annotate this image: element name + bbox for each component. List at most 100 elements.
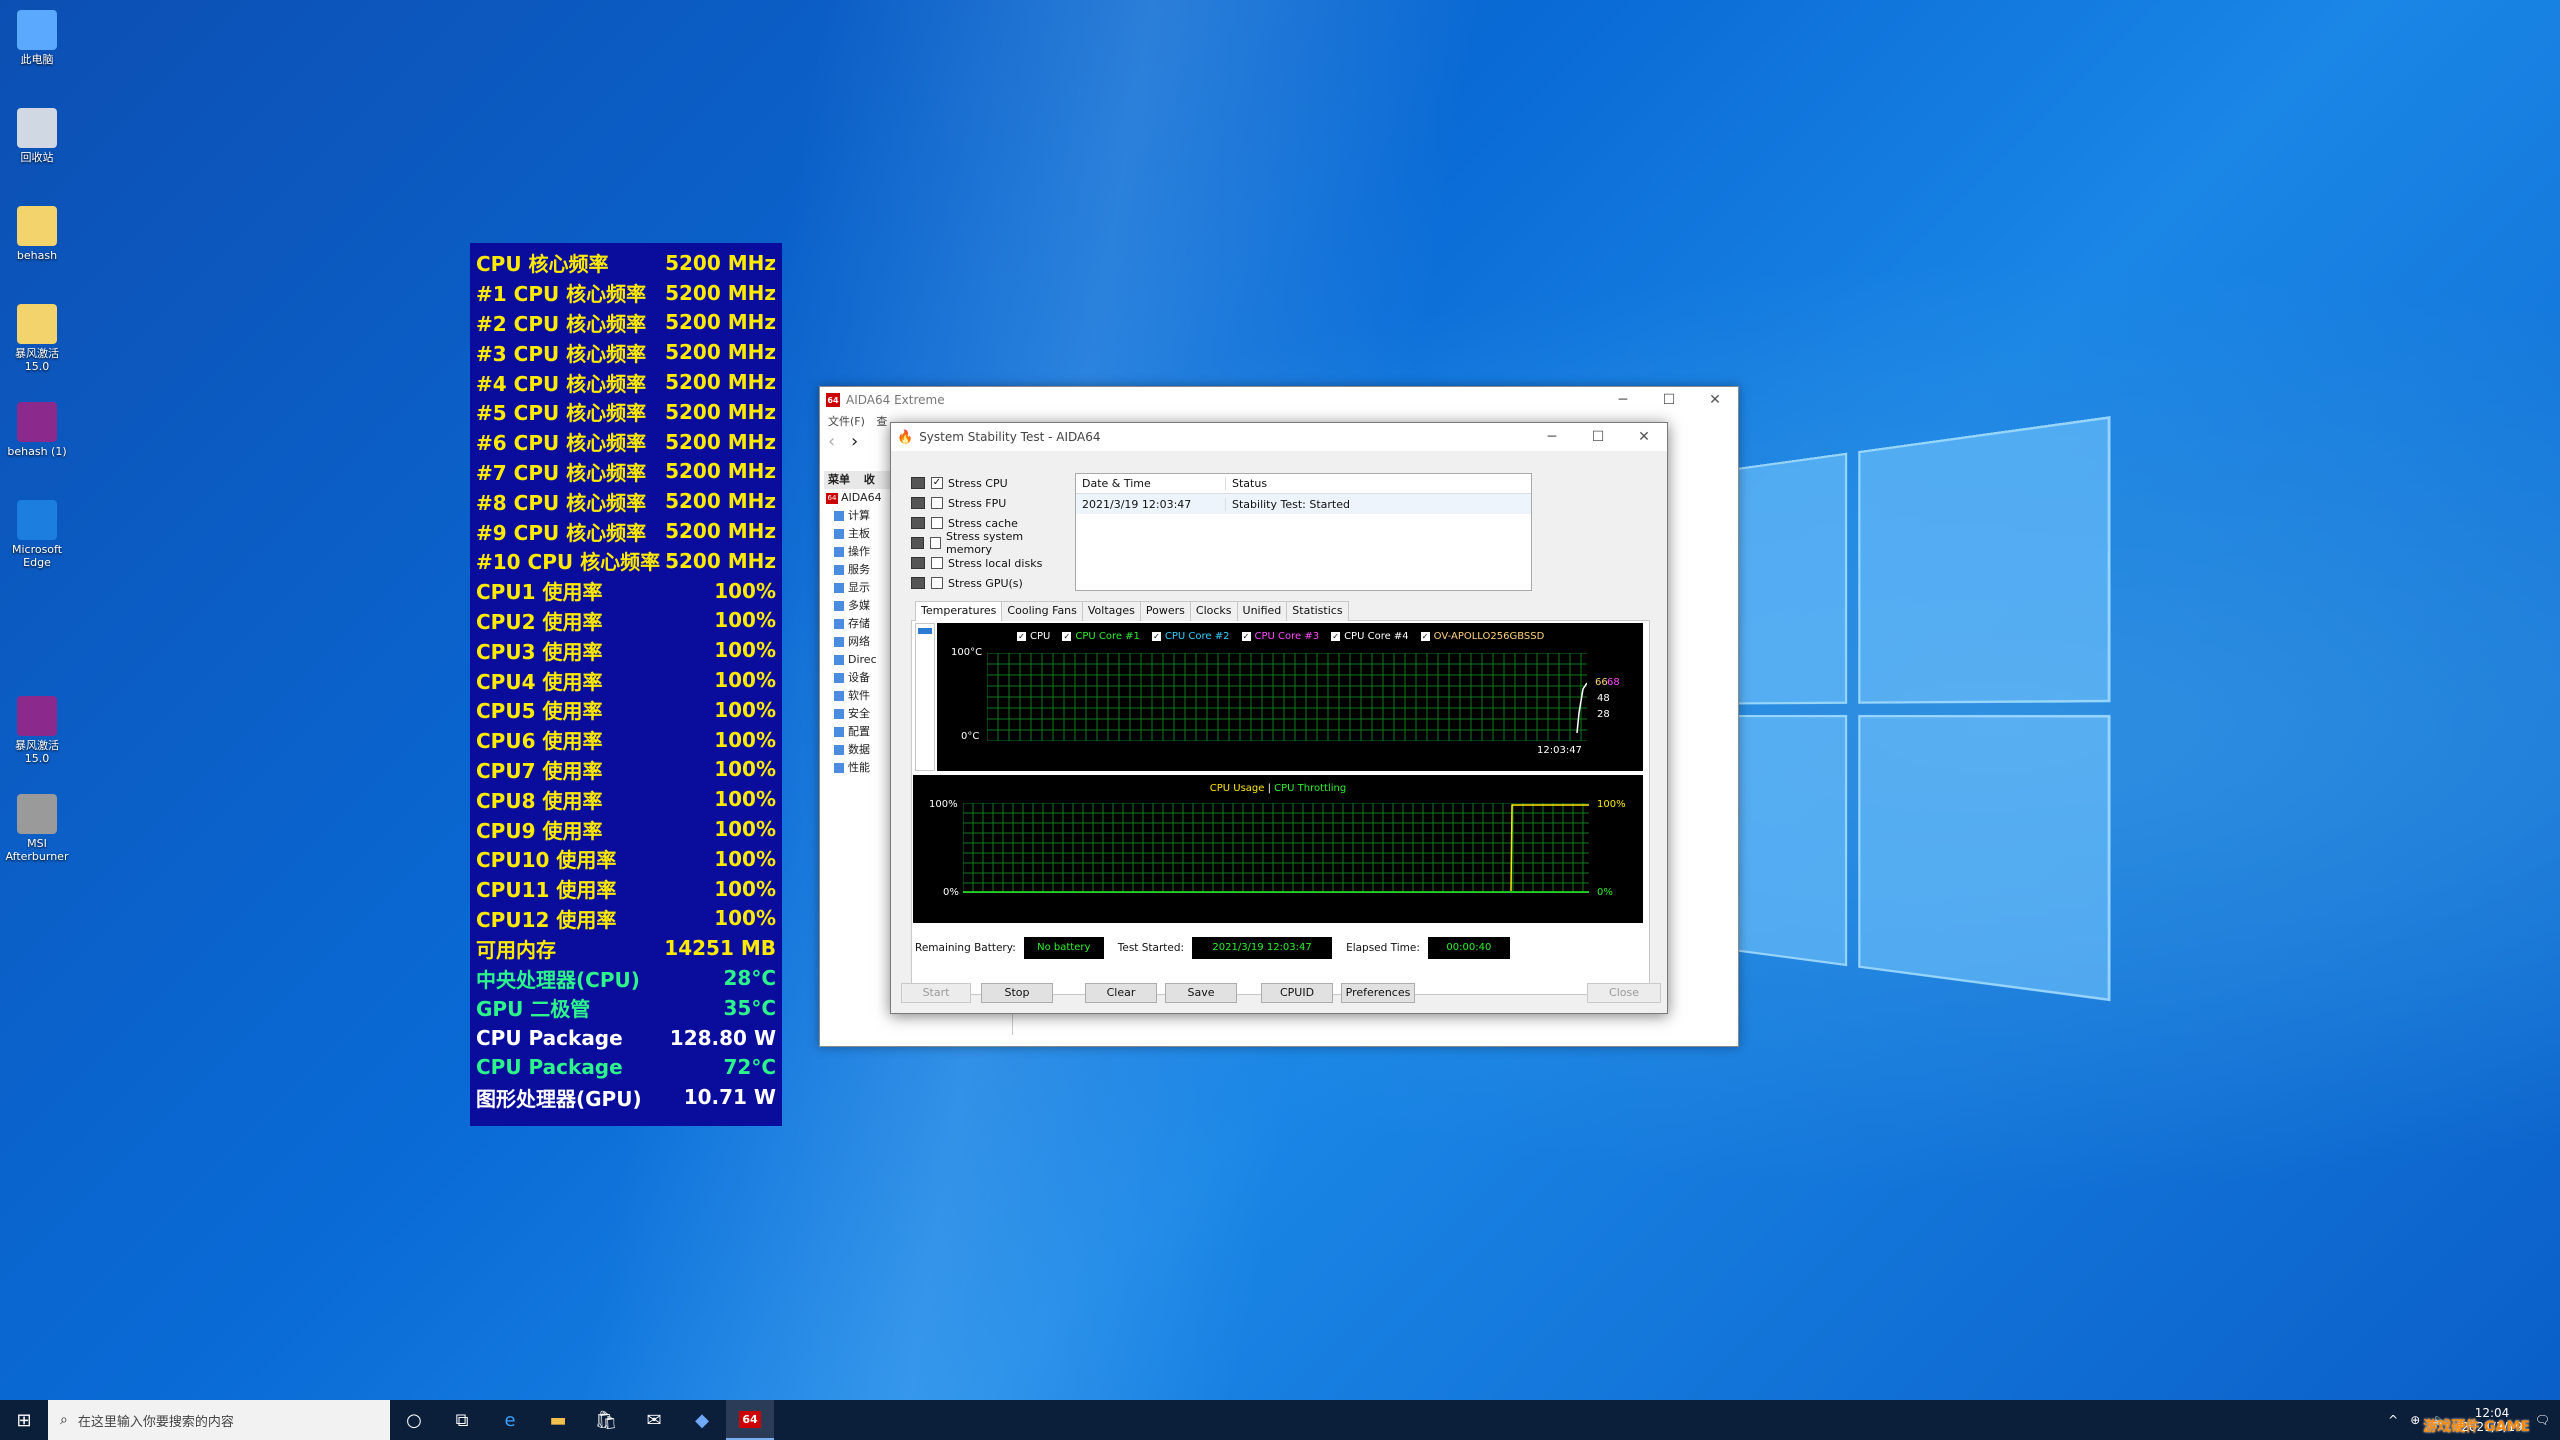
col-header-datetime[interactable]: Date & Time (1076, 477, 1226, 490)
tree-item[interactable]: 多媒 (824, 597, 894, 615)
tree-item-label: 网络 (848, 635, 870, 648)
legend-checkbox[interactable]: ✓ (1331, 632, 1340, 641)
tree-header[interactable]: 菜单 收 (824, 471, 894, 489)
close-button[interactable]: ✕ (1692, 392, 1738, 408)
network-icon[interactable]: ⊕ (2410, 1413, 2420, 1427)
tree-item[interactable]: 操作 (824, 543, 894, 561)
start-button[interactable]: Start (901, 983, 971, 1003)
stability-test-titlebar[interactable]: 🔥 System Stability Test - AIDA64 ─ ☐ ✕ (891, 423, 1667, 451)
tree-item[interactable]: 配置 (824, 723, 894, 741)
stress-option-label: Stress system memory (946, 530, 1061, 556)
legend-checkbox[interactable]: ✓ (1017, 632, 1026, 641)
desktop-icon[interactable]: behash (2, 206, 72, 262)
stress-checkbox[interactable] (931, 497, 943, 509)
maximize-button[interactable]: ☐ (1646, 392, 1692, 408)
desktop-icon[interactable]: MSI Afterburner (2, 794, 72, 863)
temperature-graph: ✓ CPU ✓ CPU Core #1 ✓ CPU Core #2 ✓ CPU Core #3… (937, 623, 1643, 771)
stress-checkbox[interactable] (930, 537, 941, 549)
preferences-button[interactable]: Preferences (1341, 983, 1415, 1003)
maximize-button[interactable]: ☐ (1575, 429, 1621, 445)
menu-file[interactable]: 文件(F) (828, 415, 865, 428)
tree-item[interactable]: 安全 (824, 705, 894, 723)
desktop-icon[interactable]: behash (1) (2, 402, 72, 458)
stress-checkbox[interactable] (931, 577, 943, 589)
tree-header-menu[interactable]: 菜单 (828, 473, 850, 486)
legend-checkbox[interactable]: ✓ (1242, 632, 1251, 641)
tab-unified[interactable]: Unified (1237, 601, 1288, 621)
app-icon[interactable]: ◆ (678, 1400, 726, 1440)
stress-checkbox[interactable] (931, 557, 943, 569)
desktop-icon[interactable]: Microsoft Edge (2, 500, 72, 569)
tab-powers[interactable]: Powers (1140, 601, 1191, 621)
osd-label: #8 CPU 核心频率 (476, 487, 646, 516)
tree-item[interactable]: 性能 (824, 759, 894, 777)
status-log-table[interactable]: Date & Time Status 2021/3/19 12:03:47 St… (1075, 473, 1532, 591)
tree-item[interactable]: 存储 (824, 615, 894, 633)
edge-taskbar-icon[interactable]: e (486, 1400, 534, 1440)
mail-icon[interactable]: ✉ (630, 1400, 678, 1440)
minimize-button[interactable]: ─ (1600, 392, 1646, 408)
legend-item[interactable]: ✓ CPU Core #2 (1152, 631, 1230, 642)
desktop-icon[interactable]: 暴风激活 15.0 (2, 304, 72, 373)
tree-item[interactable]: 设备 (824, 669, 894, 687)
save-button[interactable]: Save (1165, 983, 1237, 1003)
aida64-titlebar[interactable]: 64 AIDA64 Extreme ─ ☐ ✕ (820, 387, 1738, 413)
tree-item[interactable]: 软件 (824, 687, 894, 705)
clear-button[interactable]: Clear (1085, 983, 1157, 1003)
tree-header-favorites[interactable]: 收 (864, 473, 875, 486)
legend-checkbox[interactable]: ✓ (1062, 632, 1071, 641)
col-header-status[interactable]: Status (1226, 477, 1531, 490)
legend-checkbox[interactable]: ✓ (1421, 632, 1430, 641)
legend-item[interactable]: ✓ OV-APOLLO256GBSSD (1421, 631, 1545, 642)
legend-item[interactable]: ✓ CPU Core #1 (1062, 631, 1140, 642)
stress-option[interactable]: ✓ Stress CPU (911, 473, 1061, 493)
tab-clocks[interactable]: Clocks (1190, 601, 1238, 621)
tree-root[interactable]: 64 AIDA64 (824, 489, 894, 507)
close-dialog-button[interactable]: Close (1587, 983, 1661, 1003)
stress-checkbox[interactable]: ✓ (931, 477, 943, 489)
tree-item[interactable]: 计算 (824, 507, 894, 525)
stress-option[interactable]: Stress system memory (911, 533, 1061, 553)
start-button[interactable]: ⊞ (0, 1400, 48, 1440)
back-arrow-icon[interactable]: ‹ (828, 431, 835, 452)
close-button[interactable]: ✕ (1621, 429, 1667, 445)
stress-option[interactable]: Stress GPU(s) (911, 573, 1061, 593)
cortana-icon[interactable]: ○ (390, 1400, 438, 1440)
stability-test-dialog[interactable]: 🔥 System Stability Test - AIDA64 ─ ☐ ✕ ✓… (890, 422, 1668, 1014)
legend-checkbox[interactable]: ✓ (1152, 632, 1161, 641)
tree-item[interactable]: 主板 (824, 525, 894, 543)
desktop-icon[interactable]: 回收站 (2, 108, 72, 164)
sensor-list-strip[interactable] (915, 623, 935, 771)
search-box[interactable]: ⌕ 在这里输入你要搜索的内容 (48, 1400, 390, 1440)
osd-row: #1 CPU 核心频率 5200 MHz (476, 278, 776, 308)
stop-button[interactable]: Stop (981, 983, 1053, 1003)
desktop-icon[interactable]: 此电脑 (2, 10, 72, 66)
minimize-button[interactable]: ─ (1529, 429, 1575, 445)
tree-item[interactable]: 服务 (824, 561, 894, 579)
cpuid-button[interactable]: CPUID (1261, 983, 1333, 1003)
tray-overflow-icon[interactable]: ^ (2388, 1413, 2398, 1427)
store-icon[interactable]: 🛍 (582, 1400, 630, 1440)
tab-voltages[interactable]: Voltages (1082, 601, 1141, 621)
table-row[interactable]: 2021/3/19 12:03:47 Stability Test: Start… (1076, 494, 1531, 514)
stress-checkbox[interactable] (931, 517, 943, 529)
stress-option[interactable]: Stress FPU (911, 493, 1061, 513)
notification-icon[interactable]: 🗨 (2535, 1413, 2550, 1427)
legend-item[interactable]: ✓ CPU Core #4 (1331, 631, 1409, 642)
aida64-taskbar-icon[interactable]: 64 (726, 1400, 774, 1440)
tree-item[interactable]: 显示 (824, 579, 894, 597)
forward-arrow-icon[interactable]: › (851, 431, 858, 452)
tree-item[interactable]: Direc (824, 651, 894, 669)
tree-item[interactable]: 网络 (824, 633, 894, 651)
task-view-icon[interactable]: ⧉ (438, 1400, 486, 1440)
tab-cooling-fans[interactable]: Cooling Fans (1001, 601, 1082, 621)
legend-item[interactable]: ✓ CPU (1017, 631, 1050, 642)
menu-view[interactable]: 查 (876, 415, 887, 428)
legend-item[interactable]: ✓ CPU Core #3 (1242, 631, 1320, 642)
tab-statistics[interactable]: Statistics (1286, 601, 1348, 621)
desktop-icon[interactable]: 暴风激活 15.0 (2, 696, 72, 765)
tab-temperatures[interactable]: Temperatures (915, 601, 1002, 621)
file-explorer-icon[interactable]: ▬ (534, 1400, 582, 1440)
stress-option[interactable]: Stress local disks (911, 553, 1061, 573)
tree-item[interactable]: 数据 (824, 741, 894, 759)
